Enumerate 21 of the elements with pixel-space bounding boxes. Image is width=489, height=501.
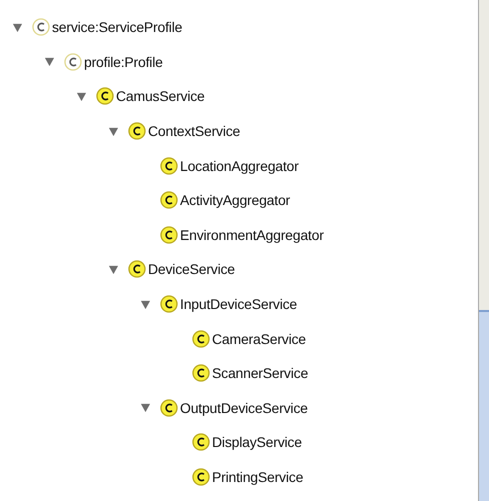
tree-item-label[interactable]: PrintingService xyxy=(212,469,304,486)
collapse-triangle-icon[interactable] xyxy=(12,22,22,33)
collapse-triangle-icon[interactable] xyxy=(140,402,150,414)
tree-item-label[interactable]: InputDeviceService xyxy=(180,296,298,312)
tree-item-label[interactable]: CamusService xyxy=(116,88,205,104)
tree-item-label[interactable]: profile:Profile xyxy=(84,54,163,70)
tree-item-label[interactable]: EnvironmentAggregator xyxy=(180,226,324,243)
tree-item-label[interactable]: DisplayService xyxy=(212,434,302,450)
tree-item-label[interactable]: OutputDeviceService xyxy=(180,400,308,416)
tree-item-label[interactable]: DeviceService xyxy=(148,261,235,278)
collapse-triangle-icon[interactable] xyxy=(108,264,118,275)
tree-item-label[interactable]: ActivityAggregator xyxy=(180,192,290,208)
tree-item-label[interactable]: ScannerService xyxy=(212,365,308,382)
collapse-triangle-icon[interactable] xyxy=(76,90,86,102)
tree-item-label[interactable]: CameraService xyxy=(212,330,306,347)
tree-item-label[interactable]: ContextService xyxy=(148,123,240,140)
collapse-triangle-icon[interactable] xyxy=(44,56,54,68)
tree-item-label[interactable]: service:ServiceProfile xyxy=(52,19,182,36)
collapse-triangle-icon[interactable] xyxy=(108,126,118,137)
tree-item-label[interactable]: LocationAggregator xyxy=(180,158,299,174)
collapse-triangle-icon[interactable] xyxy=(140,298,150,310)
